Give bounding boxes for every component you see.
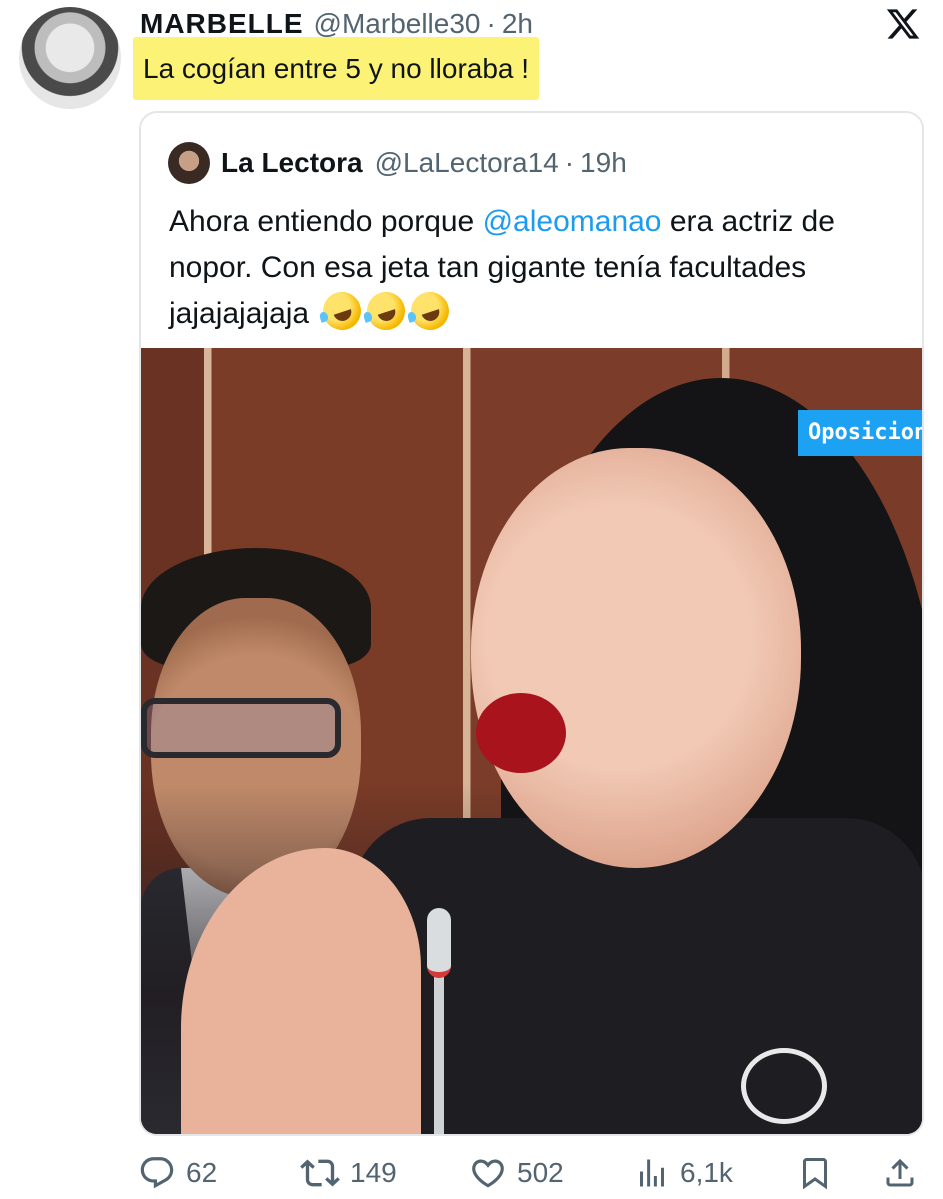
bookmark-button[interactable]	[797, 1150, 833, 1196]
rolling-on-floor-laughing-emoji-icon	[318, 287, 367, 335]
bookmark-icon	[803, 1158, 827, 1190]
quoted-author-handle[interactable]: @LaLectora14	[375, 147, 559, 179]
quoted-tweet-text: Ahora entiendo porque @aleomanao era act…	[169, 199, 909, 337]
views-button[interactable]: 6,1k	[634, 1150, 733, 1196]
man-glasses	[141, 698, 341, 758]
quoted-tweet-timestamp[interactable]: 19h	[580, 147, 627, 179]
heart-icon	[472, 1159, 504, 1188]
quoted-tweet-media-image[interactable]: Oposicion_c	[141, 348, 922, 1134]
quoted-author-display-name[interactable]: La Lectora	[221, 147, 363, 179]
quoted-header-separator: ·	[564, 147, 575, 178]
repost-count: 149	[350, 1157, 397, 1188]
quoted-tweet-header: La Lectora @LaLectora14 · 19h	[168, 141, 627, 185]
repost-button[interactable]: 149	[300, 1150, 397, 1196]
views-count: 6,1k	[680, 1157, 733, 1188]
views-chart-icon	[640, 1159, 664, 1187]
media-watermark: Oposicion_c	[798, 410, 922, 456]
like-button[interactable]: 502	[469, 1150, 564, 1196]
microphone-head	[427, 908, 451, 978]
quoted-text-part-1: Ahora entiendo porque	[169, 205, 483, 238]
quoted-author-avatar[interactable]	[168, 142, 210, 184]
reply-icon	[140, 1157, 174, 1189]
woman-face	[471, 448, 801, 868]
header-separator: ·	[486, 8, 496, 39]
tweet-timestamp[interactable]: 2h	[502, 8, 533, 40]
reply-button[interactable]: 62	[138, 1150, 217, 1196]
necklace-pendant	[741, 1048, 827, 1124]
author-avatar[interactable]	[19, 7, 121, 109]
quoted-tweet-card[interactable]: La Lectora @LaLectora14 · 19h Ahora enti…	[139, 111, 924, 1136]
rolling-on-floor-laughing-emoji-icon	[406, 287, 455, 335]
repost-icon	[300, 1159, 340, 1187]
tweet-text: La cogían entre 5 y no lloraba !	[133, 37, 540, 100]
woman-lips	[476, 693, 566, 773]
x-logo-icon	[886, 9, 920, 39]
rolling-on-floor-laughing-emoji-icon	[362, 287, 411, 335]
reply-count: 62	[186, 1157, 218, 1188]
share-button[interactable]	[882, 1150, 918, 1196]
author-display-name[interactable]: MARBELLE	[140, 8, 304, 40]
like-count: 502	[517, 1157, 564, 1188]
share-icon	[886, 1158, 914, 1187]
mention-link[interactable]: @aleomanao	[483, 205, 662, 238]
author-handle[interactable]: @Marbelle30	[314, 8, 481, 40]
tweet-action-bar: 62 149 502 6,1k	[0, 1150, 943, 1196]
